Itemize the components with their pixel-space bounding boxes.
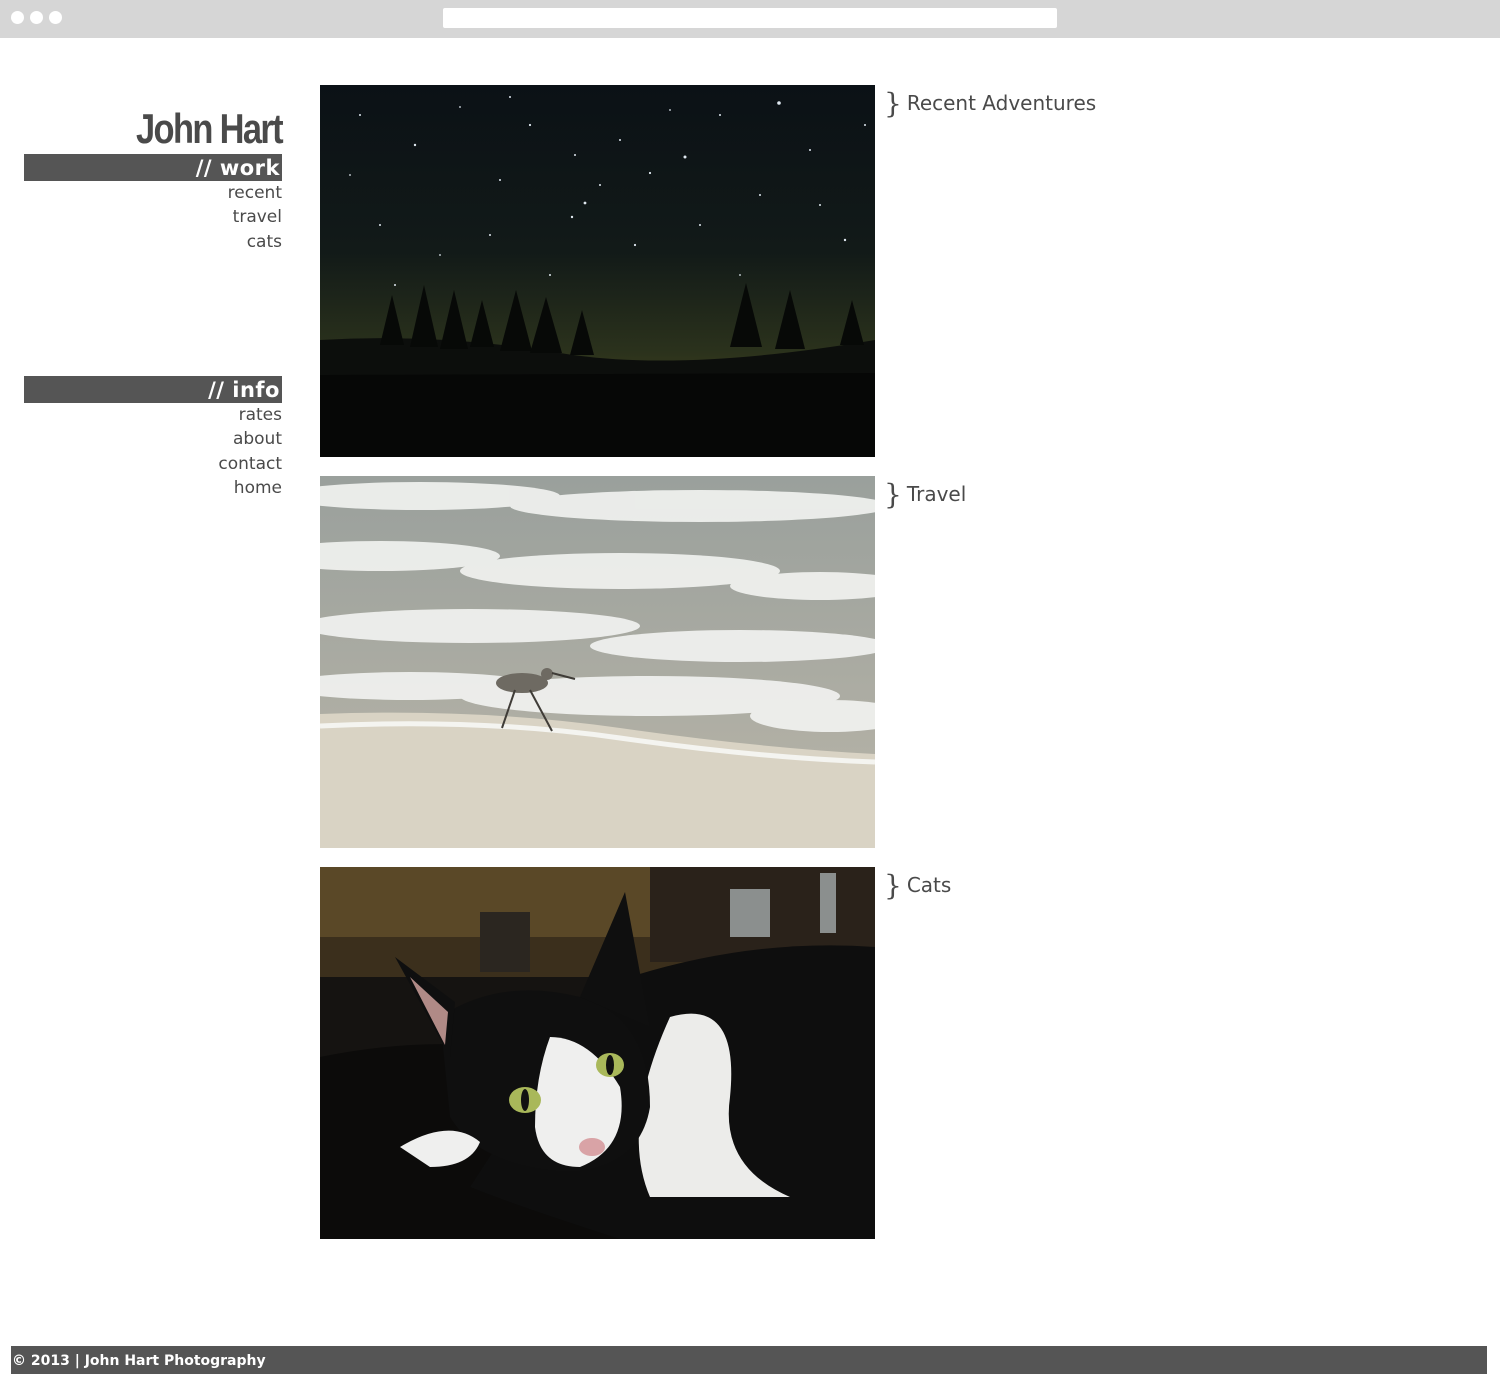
footer-bar: © 2013 | John Hart Photography <box>11 1346 1487 1374</box>
caption-label: Travel <box>906 482 967 506</box>
brace-glyph: } <box>884 869 902 902</box>
night-sky-trees-photo[interactable] <box>320 85 875 457</box>
nav-link-about[interactable]: about <box>24 427 282 451</box>
work-nav-list: recent travel cats <box>24 181 282 254</box>
footer-copyright: © 2013 | John Hart Photography <box>12 1353 266 1369</box>
caption-label: Recent Adventures <box>906 91 1097 115</box>
window-control-dot[interactable] <box>49 11 62 24</box>
nav-link-cats[interactable]: cats <box>24 230 282 254</box>
window-control-dot[interactable] <box>30 11 43 24</box>
tuxedo-cat-photo[interactable] <box>320 867 875 1239</box>
nav-header-info: // info <box>24 376 282 403</box>
info-nav-list: rates about contact home <box>24 403 282 500</box>
sandpiper-beach-photo[interactable] <box>320 476 875 848</box>
nav-link-recent[interactable]: recent <box>24 181 282 205</box>
nav-link-home[interactable]: home <box>24 476 282 500</box>
address-bar[interactable] <box>443 8 1057 28</box>
nav-link-travel[interactable]: travel <box>24 205 282 229</box>
caption-recent-adventures[interactable]: } Recent Adventures <box>884 86 1096 121</box>
window-control-dot[interactable] <box>11 11 24 24</box>
nav-link-rates[interactable]: rates <box>24 403 282 427</box>
caption-label: Cats <box>906 873 952 897</box>
caption-cats[interactable]: } Cats <box>884 868 951 903</box>
browser-toolbar <box>0 0 1500 38</box>
brace-glyph: } <box>884 478 902 511</box>
brace-glyph: } <box>884 87 902 120</box>
caption-travel[interactable]: } Travel <box>884 477 966 512</box>
nav-link-contact[interactable]: contact <box>24 452 282 476</box>
site-title[interactable]: John Hart <box>70 106 284 152</box>
nav-header-work: // work <box>24 154 282 181</box>
